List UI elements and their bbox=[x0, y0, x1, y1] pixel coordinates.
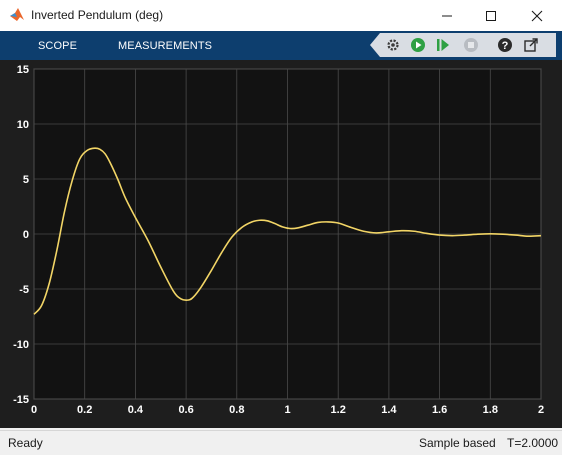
x-tick-label: 0.6 bbox=[178, 404, 193, 416]
y-tick-label: 10 bbox=[17, 119, 29, 131]
tab-measurements[interactable]: MEASUREMENTS bbox=[118, 40, 212, 52]
status-ready: Ready bbox=[8, 436, 43, 450]
x-tick-label: 1.4 bbox=[381, 404, 397, 416]
x-tick-label: 0.8 bbox=[229, 404, 244, 416]
window-title-bar: Inverted Pendulum (deg) bbox=[0, 0, 562, 32]
close-icon bbox=[531, 10, 543, 21]
x-tick-labels: 0 0.2 0.4 0.6 0.8 1 1.2 1.4 1.6 1.8 2 bbox=[31, 404, 544, 416]
matlab-logo-icon bbox=[10, 8, 24, 21]
minimize-icon bbox=[442, 15, 452, 16]
x-tick-label: 0.2 bbox=[77, 404, 92, 416]
quick-access-toolbar: ? bbox=[370, 33, 556, 57]
status-bar: Ready Sample based T=2.0000 bbox=[0, 430, 562, 455]
settings-gear-icon bbox=[387, 39, 399, 51]
undock-button[interactable] bbox=[522, 36, 540, 54]
y-tick-labels: 15 10 5 0 -5 -10 -15 bbox=[13, 64, 29, 406]
scope-display: 15 10 5 0 -5 -10 -15 0 0.2 0.4 0.6 0.8 1 1.2 1.4 1.6 1.… bbox=[0, 60, 562, 428]
x-tick-label: 0.4 bbox=[128, 404, 144, 416]
run-button[interactable] bbox=[409, 36, 427, 54]
x-tick-label: 1.8 bbox=[483, 404, 498, 416]
minimize-button[interactable] bbox=[424, 0, 470, 31]
maximize-icon bbox=[486, 10, 496, 21]
y-tick-label: 15 bbox=[17, 64, 29, 76]
window-title: Inverted Pendulum (deg) bbox=[31, 8, 164, 22]
y-tick-label: -10 bbox=[13, 339, 29, 351]
y-tick-label: -15 bbox=[13, 394, 29, 406]
y-tick-label: 5 bbox=[23, 174, 29, 186]
maximize-button[interactable] bbox=[468, 0, 514, 31]
x-tick-label: 1 bbox=[284, 404, 290, 416]
run-icon bbox=[411, 38, 425, 52]
x-tick-label: 1.2 bbox=[331, 404, 346, 416]
stop-button[interactable] bbox=[462, 36, 480, 54]
help-button[interactable]: ? bbox=[496, 36, 514, 54]
help-icon: ? bbox=[498, 38, 512, 52]
stop-icon bbox=[464, 38, 478, 52]
x-tick-label: 0 bbox=[31, 404, 37, 416]
signal-plot[interactable]: 15 10 5 0 -5 -10 -15 0 0.2 0.4 0.6 0.8 1 1.2 1.4 1.6 1.… bbox=[0, 60, 562, 428]
undock-icon bbox=[524, 38, 538, 52]
step-forward-button[interactable] bbox=[434, 36, 452, 54]
status-sample-mode: Sample based bbox=[419, 436, 496, 450]
y-tick-label: -5 bbox=[19, 284, 29, 296]
x-tick-label: 2 bbox=[538, 404, 544, 416]
x-tick-label: 1.6 bbox=[432, 404, 447, 416]
settings-button[interactable] bbox=[384, 36, 402, 54]
svg-text:?: ? bbox=[502, 40, 509, 52]
step-forward-icon bbox=[437, 39, 449, 51]
status-time: T=2.0000 bbox=[507, 436, 559, 450]
tab-scope[interactable]: SCOPE bbox=[38, 40, 77, 52]
y-tick-label: 0 bbox=[23, 229, 29, 241]
close-button[interactable] bbox=[514, 0, 560, 31]
